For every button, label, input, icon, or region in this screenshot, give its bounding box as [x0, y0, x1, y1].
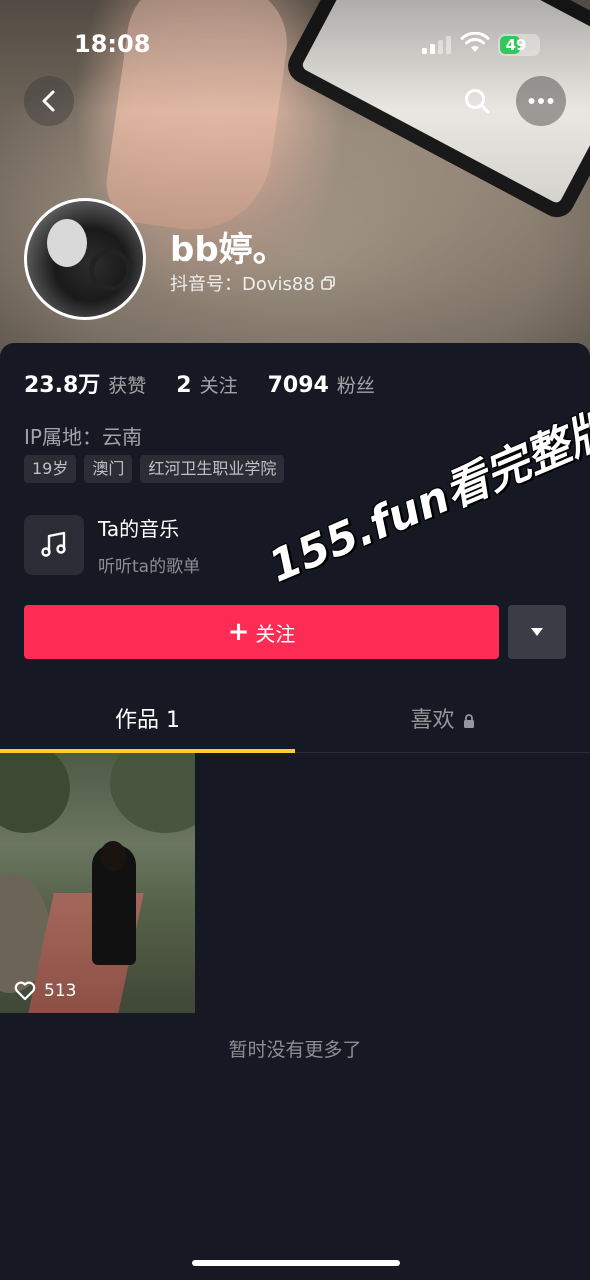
tag-school[interactable]: 红河卫生职业学院: [140, 455, 285, 483]
thumb-tree-shape: [0, 753, 70, 833]
wifi-icon: [460, 32, 490, 52]
stat-followers-label: 粉丝: [336, 375, 375, 397]
thumb-person-head-shape: [100, 841, 126, 871]
thumb-tree-shape: [110, 753, 195, 833]
music-note-icon: [41, 531, 66, 557]
search-button[interactable]: [452, 76, 502, 126]
profile-tags: 19岁 澳门 红河卫生职业学院: [24, 455, 285, 483]
caret-down-icon: [531, 628, 543, 636]
music-entry[interactable]: Ta的音乐 听听ta的歌单: [24, 513, 200, 577]
stat-following-value: 2: [176, 373, 192, 398]
home-indicator[interactable]: [192, 1260, 400, 1266]
douyin-id-text: 抖音号：Dovis88: [170, 274, 315, 295]
stats-row: 23.8万 获赞 2 关注 7094 粉丝: [24, 367, 375, 399]
recommend-dropdown-button[interactable]: [508, 605, 566, 659]
video-thumbnail[interactable]: 513: [0, 753, 195, 1013]
more-button[interactable]: [516, 76, 566, 126]
follow-label: 关注: [255, 621, 296, 646]
avatar-face-shape: [47, 219, 87, 267]
stat-followers-value: 7094: [267, 373, 329, 398]
tab-works-label: 作品 1: [115, 708, 180, 733]
stat-likes-label: 获赞: [108, 375, 147, 397]
music-icon-box: [24, 515, 84, 575]
stat-likes[interactable]: 23.8万 获赞: [24, 367, 146, 399]
copy-icon[interactable]: [321, 276, 335, 290]
chevron-left-icon: [42, 90, 55, 112]
douyin-id-row[interactable]: 抖音号：Dovis88: [170, 270, 335, 296]
music-title: Ta的音乐: [98, 517, 180, 541]
stat-likes-value: 23.8万: [24, 373, 101, 398]
content-tabs: 作品 1 喜欢: [0, 695, 590, 753]
signal-icon: [422, 36, 454, 54]
profile-page: 18:08 49 bb婷。 抖音号：Dovis88 23.8万 获赞 2 关注 …: [0, 0, 590, 1280]
tab-likes[interactable]: 喜欢: [295, 695, 590, 753]
back-button[interactable]: [24, 76, 74, 126]
profile-nickname: bb婷。: [170, 230, 287, 270]
follow-button[interactable]: + 关注: [24, 605, 499, 659]
ip-location: IP属地：云南: [24, 425, 142, 449]
battery-level: 49: [505, 36, 527, 54]
battery-icon: 49: [498, 34, 540, 56]
music-subtitle: 听听ta的歌单: [98, 557, 201, 577]
status-bar: 18:08 49: [0, 0, 590, 88]
video-like-count: 513: [14, 981, 76, 1001]
no-more-text: 暂时没有更多了: [228, 1039, 362, 1061]
search-icon: [465, 89, 490, 114]
stat-following[interactable]: 2 关注: [176, 371, 237, 398]
tag-age: 19岁: [24, 455, 77, 483]
tag-region: 澳门: [84, 455, 133, 483]
tab-likes-label: 喜欢: [410, 708, 455, 733]
status-time: 18:08: [74, 30, 151, 58]
profile-info-card: 23.8万 获赞 2 关注 7094 粉丝 IP属地：云南 19岁 澳门 红河卫…: [0, 343, 590, 1280]
stat-following-label: 关注: [199, 375, 238, 397]
avatar-steering-wheel-shape: [89, 249, 131, 291]
watermark-text: 155.fun看完整版: [261, 402, 590, 593]
music-text: Ta的音乐 听听ta的歌单: [98, 513, 200, 577]
tab-works[interactable]: 作品 1: [0, 695, 295, 753]
plus-icon: +: [227, 617, 250, 647]
heart-icon: [14, 981, 36, 1001]
lock-icon: [463, 714, 474, 728]
more-icon: [528, 98, 554, 104]
stat-followers[interactable]: 7094 粉丝: [268, 371, 375, 398]
video-like-count-text: 513: [44, 981, 77, 1001]
avatar[interactable]: [24, 198, 146, 320]
